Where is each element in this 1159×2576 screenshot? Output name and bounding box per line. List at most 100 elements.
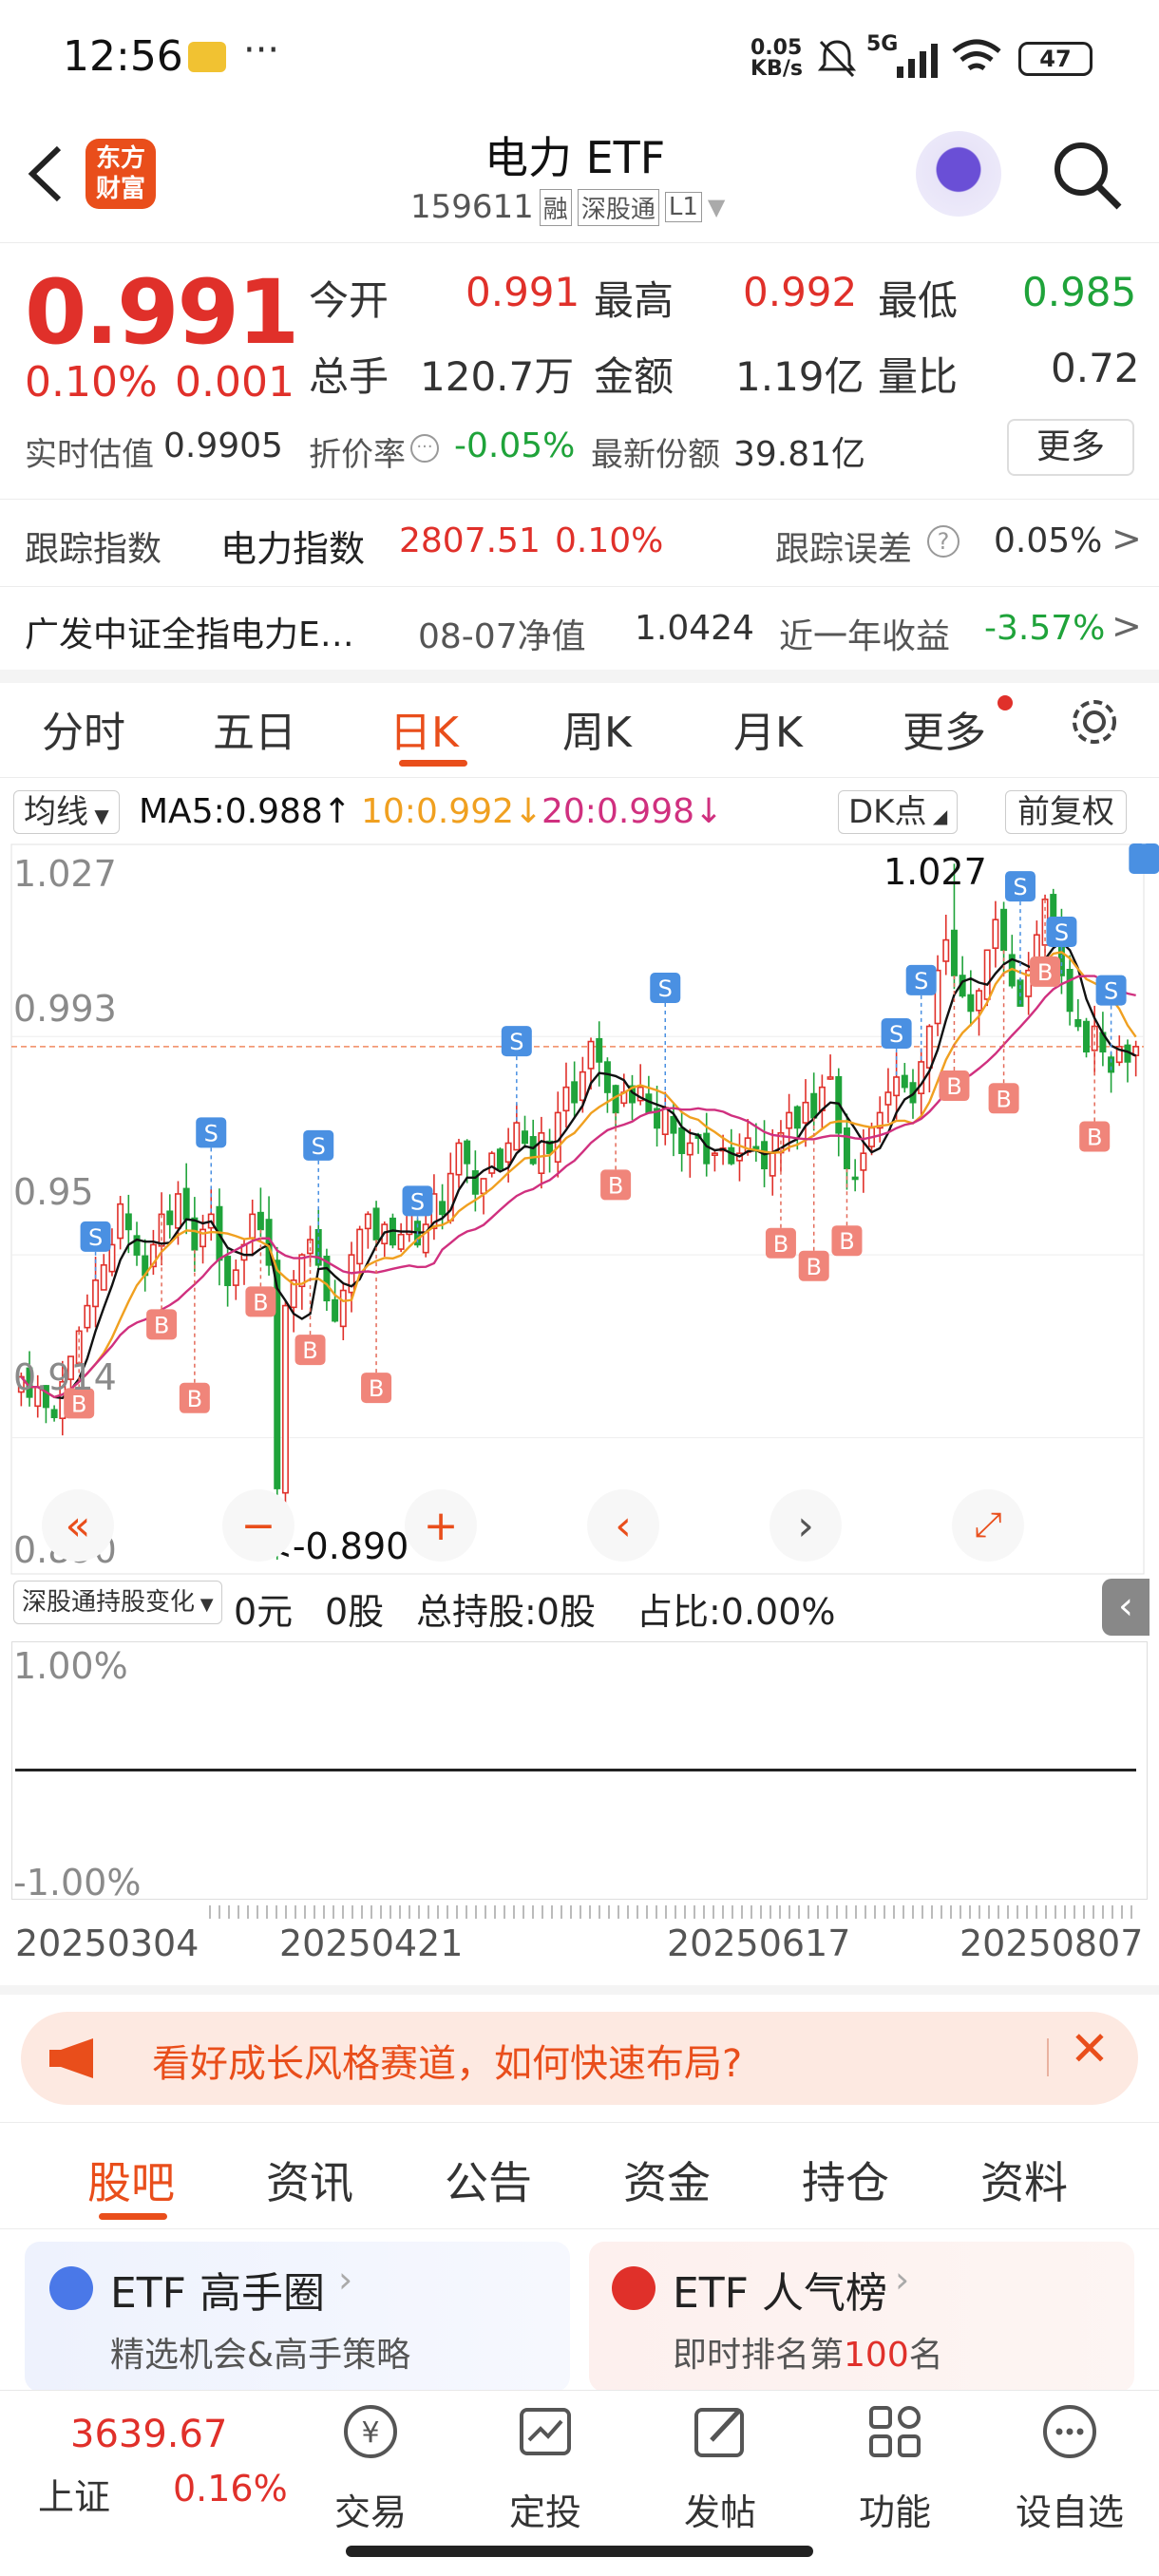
tab-five-day[interactable]: 五日 bbox=[213, 698, 296, 759]
candle-body bbox=[843, 1127, 850, 1170]
tab-announcements[interactable]: 公告 bbox=[445, 2149, 532, 2211]
home-indicator bbox=[346, 2546, 813, 2557]
candle-body bbox=[1074, 1018, 1082, 1028]
x-axis-ticks bbox=[209, 1905, 1140, 1919]
tab-more[interactable]: 更多 bbox=[902, 698, 986, 759]
y-tick-3: 0.95 bbox=[13, 1171, 94, 1213]
amount-label: 金额 bbox=[594, 353, 674, 400]
scroll-left-icon[interactable]: ‹ bbox=[587, 1489, 659, 1562]
chevron-right-icon[interactable]: > bbox=[1112, 605, 1142, 647]
track-index-pct: 0.10% bbox=[555, 521, 664, 560]
nav-post[interactable]: 发帖 bbox=[663, 2398, 777, 2535]
high-marker-label: 1.027 bbox=[884, 851, 987, 893]
candle-body bbox=[587, 1040, 595, 1070]
tab-monthly-k[interactable]: 月K bbox=[733, 698, 803, 759]
tab-holdings[interactable]: 持仓 bbox=[802, 2149, 889, 2211]
nav-functions[interactable]: 功能 bbox=[838, 2398, 952, 2535]
adjust-button[interactable]: 前复权 bbox=[1005, 790, 1127, 834]
candle-body bbox=[522, 1130, 529, 1145]
logo-line2: 财富 bbox=[95, 175, 145, 203]
volume-ratio-label: 量比 bbox=[878, 353, 959, 400]
scroll-right-icon[interactable]: › bbox=[770, 1489, 842, 1562]
buy-marker-label: B bbox=[369, 1375, 384, 1402]
settings-gear-icon[interactable] bbox=[1066, 693, 1123, 750]
scroll-left-fast-icon[interactable]: « bbox=[42, 1489, 114, 1562]
kline-chart[interactable]: SSSSSSSSSSSSBBBBBBBBBBBBBB 1.027 0.993 0… bbox=[0, 843, 1159, 1575]
page-title: 电力 ETF bbox=[484, 132, 666, 183]
nav-watchlist[interactable]: 设自选 bbox=[1013, 2398, 1127, 2535]
fullscreen-icon[interactable]: ⤢ bbox=[952, 1489, 1024, 1562]
sub-y-bottom: -1.00% bbox=[13, 1862, 142, 1904]
nav-trade[interactable]: ¥ 交易 bbox=[314, 2398, 428, 2535]
candle-body bbox=[496, 1148, 504, 1170]
indicator-select-label: 深股通持股变化 bbox=[22, 1588, 196, 1617]
ma-select[interactable]: 均线 ▼ bbox=[13, 790, 120, 834]
rank-number: 100 bbox=[844, 2336, 909, 2375]
promo-banner[interactable]: 看好成长风格赛道，如何快速布局? ✕ bbox=[21, 2012, 1138, 2105]
tab-intraday[interactable]: 分时 bbox=[42, 698, 125, 759]
tab-daily-k[interactable]: 日K bbox=[390, 698, 459, 759]
candle-body bbox=[950, 929, 958, 976]
more-button[interactable]: 更多 bbox=[1007, 419, 1134, 476]
card-subtitle: 精选机会&高手策略 bbox=[110, 2336, 411, 2375]
candle-body bbox=[860, 1152, 867, 1171]
search-icon[interactable] bbox=[1049, 137, 1125, 213]
track-index-name[interactable]: 电力指数 bbox=[220, 520, 365, 572]
index-pct: 0.16% bbox=[173, 2468, 288, 2510]
index-name[interactable]: 上证 bbox=[38, 2468, 110, 2520]
zoom-out-icon[interactable]: − bbox=[222, 1489, 294, 1562]
chevron-right-icon[interactable]: > bbox=[1112, 518, 1142, 559]
y-tick-top: 1.027 bbox=[13, 853, 117, 895]
indicator-select[interactable]: 深股通持股变化 ▼ bbox=[13, 1581, 222, 1624]
back-icon[interactable] bbox=[21, 142, 68, 205]
y-tick-2: 0.993 bbox=[13, 988, 117, 1030]
index-value[interactable]: 3639.67 bbox=[70, 2413, 227, 2456]
logo-line1: 东方 bbox=[95, 144, 145, 173]
year-return-label: 近一年收益 bbox=[779, 617, 951, 656]
zoom-in-icon[interactable]: + bbox=[405, 1489, 477, 1562]
nav-invest-plan[interactable]: 定投 bbox=[488, 2398, 602, 2535]
tab-news[interactable]: 资讯 bbox=[266, 2149, 353, 2211]
high-label: 最高 bbox=[594, 277, 674, 324]
tab-profile[interactable]: 资料 bbox=[980, 2149, 1068, 2211]
open-value: 0.991 bbox=[466, 269, 580, 315]
candle-body bbox=[1000, 908, 1008, 952]
svg-text:¥: ¥ bbox=[361, 2416, 379, 2450]
tab-funds[interactable]: 资金 bbox=[623, 2149, 711, 2211]
dk-point-button[interactable]: DK点 ◢ bbox=[838, 790, 959, 834]
fund-name[interactable]: 广发中证全指电力E… bbox=[25, 607, 354, 656]
candle-body bbox=[372, 1207, 380, 1241]
battery-icon: 47 bbox=[1018, 42, 1092, 76]
sell-marker-label: S bbox=[1104, 978, 1118, 1005]
dropdown-icon[interactable]: ▼ bbox=[708, 194, 725, 220]
close-icon[interactable]: ✕ bbox=[1070, 2021, 1110, 2076]
kline-svg: SSSSSSSSSSSSBBBBBBBBBBBBBB bbox=[10, 843, 1159, 1575]
candle-body bbox=[884, 1091, 892, 1106]
sell-marker-label: S bbox=[312, 1133, 326, 1160]
tab-weekly-k[interactable]: 周K bbox=[562, 698, 632, 759]
nav-invest-plan-label: 定投 bbox=[508, 2491, 581, 2533]
help-icon[interactable]: ? bbox=[927, 525, 960, 558]
collapse-left-icon[interactable]: ‹ bbox=[1102, 1579, 1150, 1636]
card-etf-experts[interactable]: ETF 高手圈 › 精选机会&高手策略 bbox=[25, 2242, 570, 2392]
ma20-readout: 20:0.998↓ bbox=[542, 792, 724, 831]
candle-body bbox=[678, 1127, 686, 1154]
x-tick-1: 20250304 bbox=[15, 1923, 200, 1964]
brand-logo: 东方 财富 bbox=[86, 139, 156, 209]
stock-code: 159611 bbox=[410, 188, 534, 226]
info-icon[interactable]: ··· bbox=[410, 434, 439, 463]
red-dot-badge bbox=[998, 695, 1013, 710]
candle-body bbox=[645, 1093, 653, 1114]
sell-marker-label: S bbox=[1054, 919, 1069, 946]
buy-marker-label: B bbox=[1037, 959, 1053, 986]
card-etf-popularity[interactable]: ETF 人气榜 › 即时排名第100名 bbox=[589, 2242, 1134, 2392]
tab-guba[interactable]: 股吧 bbox=[87, 2149, 175, 2211]
candle-body bbox=[92, 1279, 100, 1308]
low-value: 0.985 bbox=[1022, 269, 1137, 315]
assistant-robot-icon[interactable] bbox=[916, 131, 1001, 217]
rank-prefix: 即时排名第 bbox=[673, 2336, 845, 2375]
candle-body bbox=[851, 1176, 859, 1181]
total-holding: 总持股:0股 bbox=[416, 1591, 596, 1633]
candle-body bbox=[50, 1409, 58, 1419]
net-speed-unit: KB/s bbox=[750, 57, 803, 81]
